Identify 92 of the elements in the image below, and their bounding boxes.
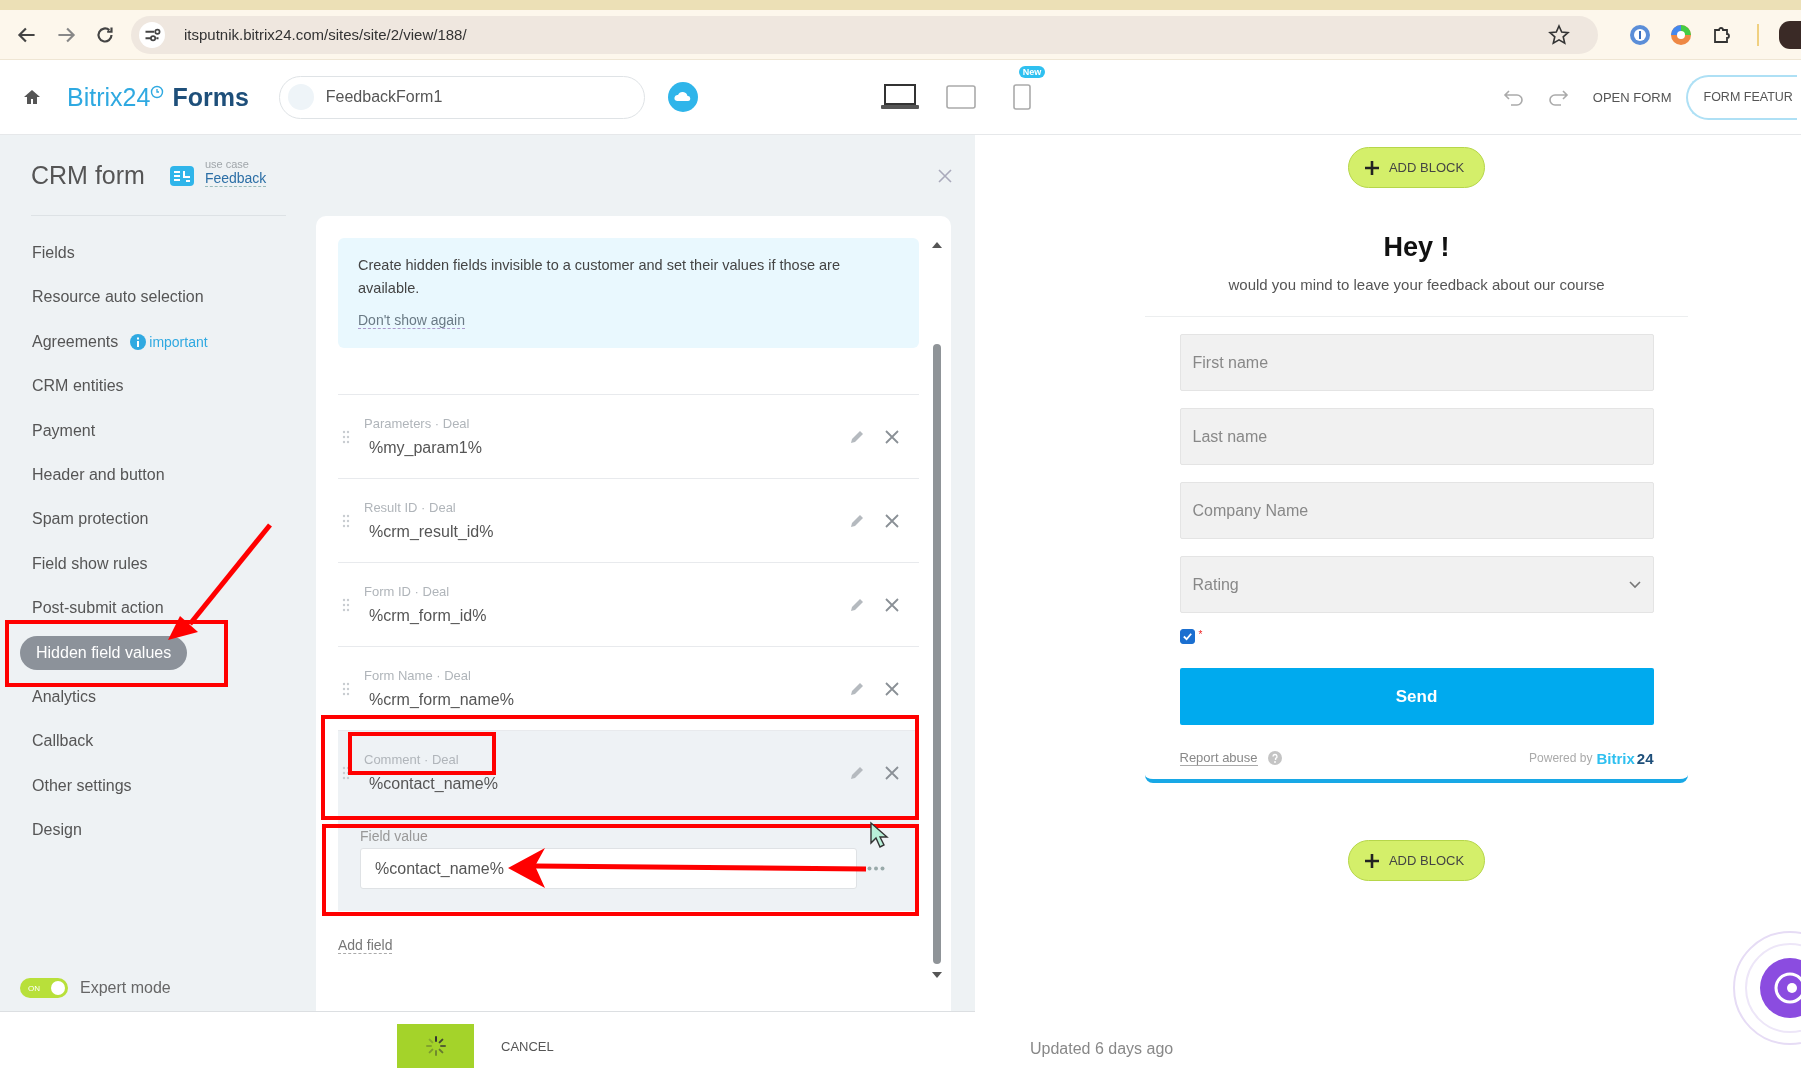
drag-handle-icon[interactable] [342, 681, 350, 696]
close-icon[interactable] [885, 765, 899, 780]
address-bar[interactable]: itsputnik.bitrix24.com/sites/site/2/view/188/ [131, 15, 1598, 54]
checkbox[interactable] [1179, 629, 1195, 644]
required-mark: * [1198, 629, 1203, 640]
field-value: %contact_name% [369, 775, 499, 793]
close-icon[interactable] [885, 513, 899, 528]
form-features-button[interactable]: FORM FEATUR [1685, 74, 1797, 120]
more-icon[interactable] [867, 866, 885, 871]
sidebar-item[interactable]: Header and button [20, 463, 175, 486]
close-icon[interactable] [885, 681, 899, 696]
sidebar-item[interactable]: Callback [20, 730, 104, 753]
drag-handle-icon[interactable] [342, 765, 350, 780]
add-field-link[interactable]: Add field [338, 937, 393, 954]
use-case-label: use case [204, 158, 250, 170]
plus-icon [1364, 853, 1379, 868]
help-icon[interactable] [1267, 751, 1282, 765]
close-icon[interactable] [885, 429, 899, 444]
tablet-icon[interactable] [945, 85, 976, 109]
sidebar-item[interactable]: Agreements [20, 330, 129, 353]
field-label: Result ID · Deal [364, 500, 457, 515]
cursor-icon [869, 821, 889, 849]
sidebar-item[interactable]: Design [20, 819, 92, 842]
spinner-icon [424, 1035, 447, 1057]
panel-title: CRM form [31, 161, 145, 190]
report-abuse-link[interactable]: Report abuse [1179, 750, 1258, 766]
field-value: %crm_form_id% [369, 607, 488, 625]
sidebar-item[interactable]: CRM entities [20, 375, 134, 398]
cancel-button[interactable]: CANCEL [495, 1037, 560, 1055]
laptop-icon[interactable] [879, 83, 920, 111]
toggle-label: Expert mode [80, 979, 171, 997]
phone-icon[interactable] [1012, 84, 1031, 110]
field-label: Parameters · Deal [364, 416, 471, 431]
assistant-button[interactable] [1732, 930, 1801, 1046]
info-icon [130, 333, 147, 350]
drag-handle-icon[interactable] [342, 429, 350, 444]
updated-text: Updated 6 days ago [1030, 1040, 1175, 1058]
logo-text: Forms [172, 82, 249, 112]
sidebar-item[interactable]: Fields [20, 242, 85, 264]
sidebar-item[interactable]: Post-submit action [20, 597, 174, 620]
powered-by-text: Powered by [1529, 751, 1593, 765]
extension-icon[interactable] [1669, 22, 1693, 47]
edit-icon[interactable] [849, 596, 865, 613]
input-label: Field value [360, 828, 428, 844]
redo-icon[interactable] [1546, 87, 1569, 107]
edit-icon[interactable] [849, 512, 865, 529]
avatar[interactable] [1779, 20, 1801, 49]
add-block-button[interactable]: ADD BLOCK [1347, 147, 1486, 188]
open-form-link[interactable]: OPEN FORM [1592, 89, 1672, 105]
sidebar-item[interactable]: Resource auto selection [20, 286, 214, 309]
field-label: Comment · Deal [364, 752, 460, 767]
close-icon[interactable] [885, 597, 899, 612]
new-badge: New [1018, 66, 1046, 78]
add-block-button[interactable]: ADD BLOCK [1347, 840, 1486, 881]
star-icon[interactable] [1547, 22, 1571, 47]
edit-icon[interactable] [849, 680, 865, 697]
use-case-icon [168, 164, 195, 187]
scrollbar-thumb[interactable] [933, 344, 941, 964]
url-text: itsputnik.bitrix24.com/sites/site/2/view/188/ [184, 26, 468, 43]
undo-icon[interactable] [1502, 87, 1525, 107]
badge-text: important [149, 333, 208, 350]
scroll-up-icon[interactable] [932, 242, 942, 248]
scroll-down-icon[interactable] [932, 972, 942, 978]
hint-text: Create hidden fields invisible to a customer and set their values if those are available. [358, 256, 841, 298]
extension-icon[interactable] [1628, 22, 1652, 47]
field-label: Form Name · Deal [364, 668, 472, 683]
edit-icon[interactable] [849, 764, 865, 781]
sidebar-item[interactable]: Payment [20, 419, 106, 442]
close-icon[interactable] [937, 167, 953, 184]
checkmark-icon [1181, 631, 1193, 642]
site-settings-icon[interactable] [139, 21, 165, 48]
form-title: Hey ! [1383, 231, 1450, 264]
brand-logo: Bitrix24 [1596, 749, 1654, 767]
form-subtitle: would you mind to leave your feedback about our course [1228, 275, 1605, 295]
field-value: %crm_result_id% [369, 523, 495, 541]
field-label: Form ID · Deal [364, 584, 451, 599]
field-value: %my_param1% [369, 439, 483, 457]
edit-icon[interactable] [849, 428, 865, 445]
plus-icon [1364, 160, 1379, 175]
use-case-link[interactable]: Feedback [204, 170, 267, 187]
drag-handle-icon[interactable] [342, 597, 350, 612]
clock-icon [150, 84, 165, 99]
drag-handle-icon[interactable] [342, 513, 350, 528]
field-value: %crm_form_name% [369, 691, 515, 709]
sidebar-item[interactable]: Spam protection [20, 508, 159, 531]
sidebar-item[interactable]: Field show rules [20, 552, 158, 575]
cloud-icon[interactable] [667, 82, 698, 112]
sidebar-item[interactable]: Other settings [20, 774, 142, 797]
chevron-down-icon [1628, 580, 1641, 589]
save-button[interactable] [397, 1024, 474, 1068]
sidebar-item[interactable]: Analytics [20, 685, 107, 708]
dismiss-link[interactable]: Don't show again [358, 312, 465, 329]
